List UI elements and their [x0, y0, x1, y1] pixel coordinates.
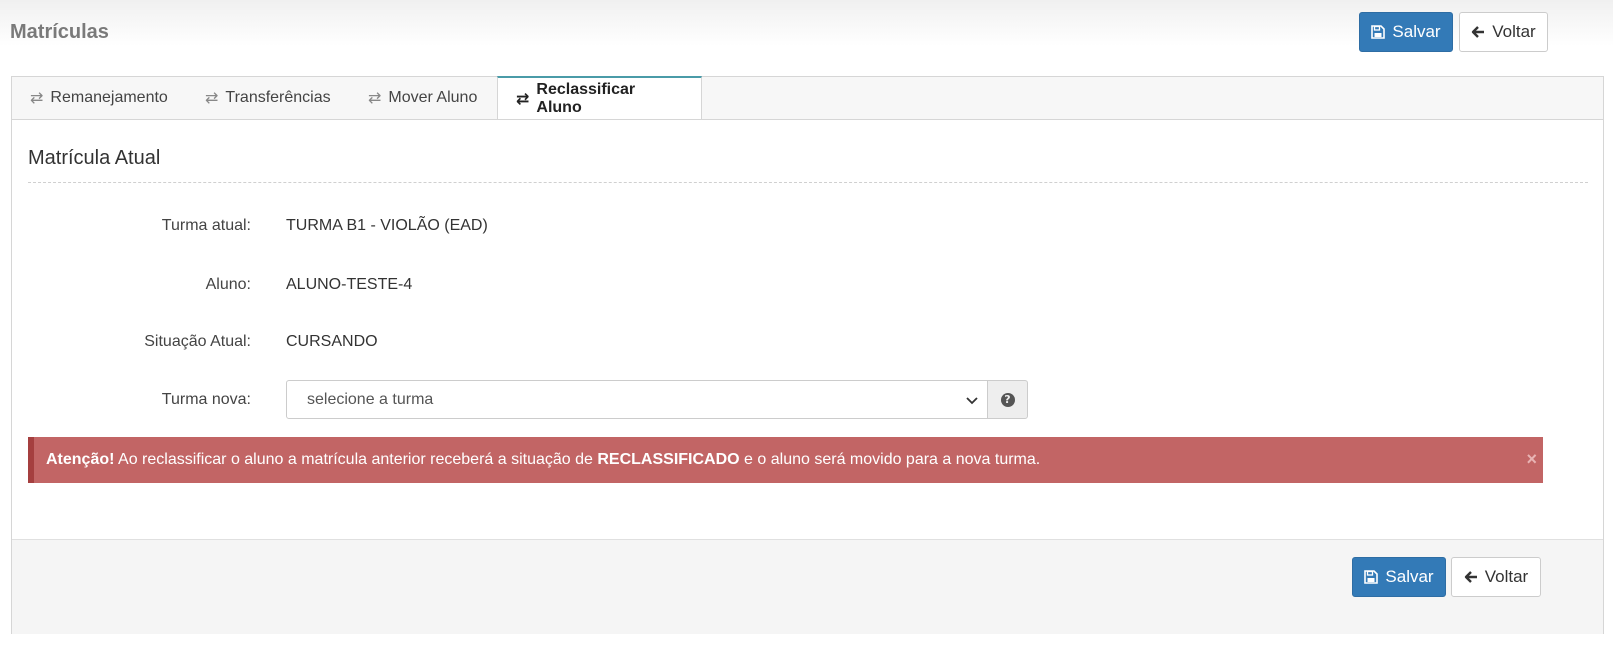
help-button[interactable]: ?: [987, 380, 1028, 419]
chevron-down-icon: [966, 397, 978, 405]
arrow-left-icon: [1464, 571, 1477, 583]
arrow-left-icon: [1472, 26, 1485, 38]
tab-remanejamento[interactable]: ⇄ Remanejamento: [30, 77, 168, 119]
section-divider: [28, 182, 1588, 183]
floppy-disk-icon: [1364, 570, 1379, 584]
turma-nova-label: Turma nova:: [161, 391, 251, 408]
alert-text-after: e o aluno será movido para a nova turma.: [739, 451, 1041, 468]
turma-atual-label: Turma atual:: [161, 217, 251, 234]
page-title: Matrículas: [10, 21, 109, 43]
save-button-label: Salvar: [1392, 22, 1441, 41]
save-button-bottom[interactable]: Salvar: [1352, 557, 1446, 597]
turma-nova-select[interactable]: selecione a turma: [286, 380, 988, 419]
panel-footer: Salvar Voltar: [12, 539, 1603, 634]
floppy-disk-icon: [1371, 25, 1386, 39]
section-title: Matrícula Atual: [28, 147, 161, 169]
situacao-atual-label: Situação Atual:: [144, 333, 251, 350]
alert-emphasis: RECLASSIFICADO: [597, 451, 740, 468]
back-button-top[interactable]: Voltar: [1459, 12, 1548, 52]
back-button-label: Voltar: [1484, 567, 1529, 586]
question-circle-icon: ?: [1000, 392, 1015, 407]
alert-text-before: Ao reclassificar o aluno a matrícula ant…: [114, 451, 598, 468]
alert-strong: Atenção!: [46, 451, 115, 468]
tab-bar: ⇄ Remanejamento ⇄ Transferências ⇄ Mover…: [12, 76, 1603, 120]
turma-nova-placeholder: selecione a turma: [307, 390, 434, 408]
close-icon[interactable]: ×: [1526, 449, 1537, 470]
tab-label: Mover Aluno: [388, 89, 478, 106]
exchange-icon: ⇄: [516, 90, 530, 108]
save-button-label: Salvar: [1385, 567, 1434, 586]
warning-alert: Atenção! Ao reclassificar o aluno a matr…: [28, 437, 1543, 483]
alert-message: Atenção! Ao reclassificar o aluno a matr…: [46, 451, 1040, 469]
exchange-icon: ⇄: [205, 90, 219, 107]
save-button-top[interactable]: Salvar: [1359, 12, 1453, 52]
tab-transferencias[interactable]: ⇄ Transferências: [205, 77, 331, 119]
tab-label: Remanejamento: [50, 89, 168, 106]
situacao-atual-value: CURSANDO: [286, 333, 378, 350]
exchange-icon: ⇄: [368, 90, 382, 107]
tab-label: Transferências: [225, 89, 331, 106]
main-panel: ⇄ Remanejamento ⇄ Transferências ⇄ Mover…: [11, 76, 1604, 634]
back-button-label: Voltar: [1492, 22, 1536, 41]
tab-label: Reclassificar Aluno: [536, 80, 636, 116]
exchange-icon: ⇄: [30, 90, 44, 107]
turma-atual-value: TURMA B1 - VIOLÃO (EAD): [286, 217, 488, 234]
tab-mover-aluno[interactable]: ⇄ Mover Aluno: [368, 77, 477, 119]
aluno-label: Aluno:: [205, 276, 251, 293]
aluno-value: ALUNO-TESTE-4: [286, 276, 413, 293]
tab-reclassificar-aluno[interactable]: ⇄ Reclassificar Aluno: [497, 76, 702, 119]
back-button-bottom[interactable]: Voltar: [1451, 557, 1541, 597]
